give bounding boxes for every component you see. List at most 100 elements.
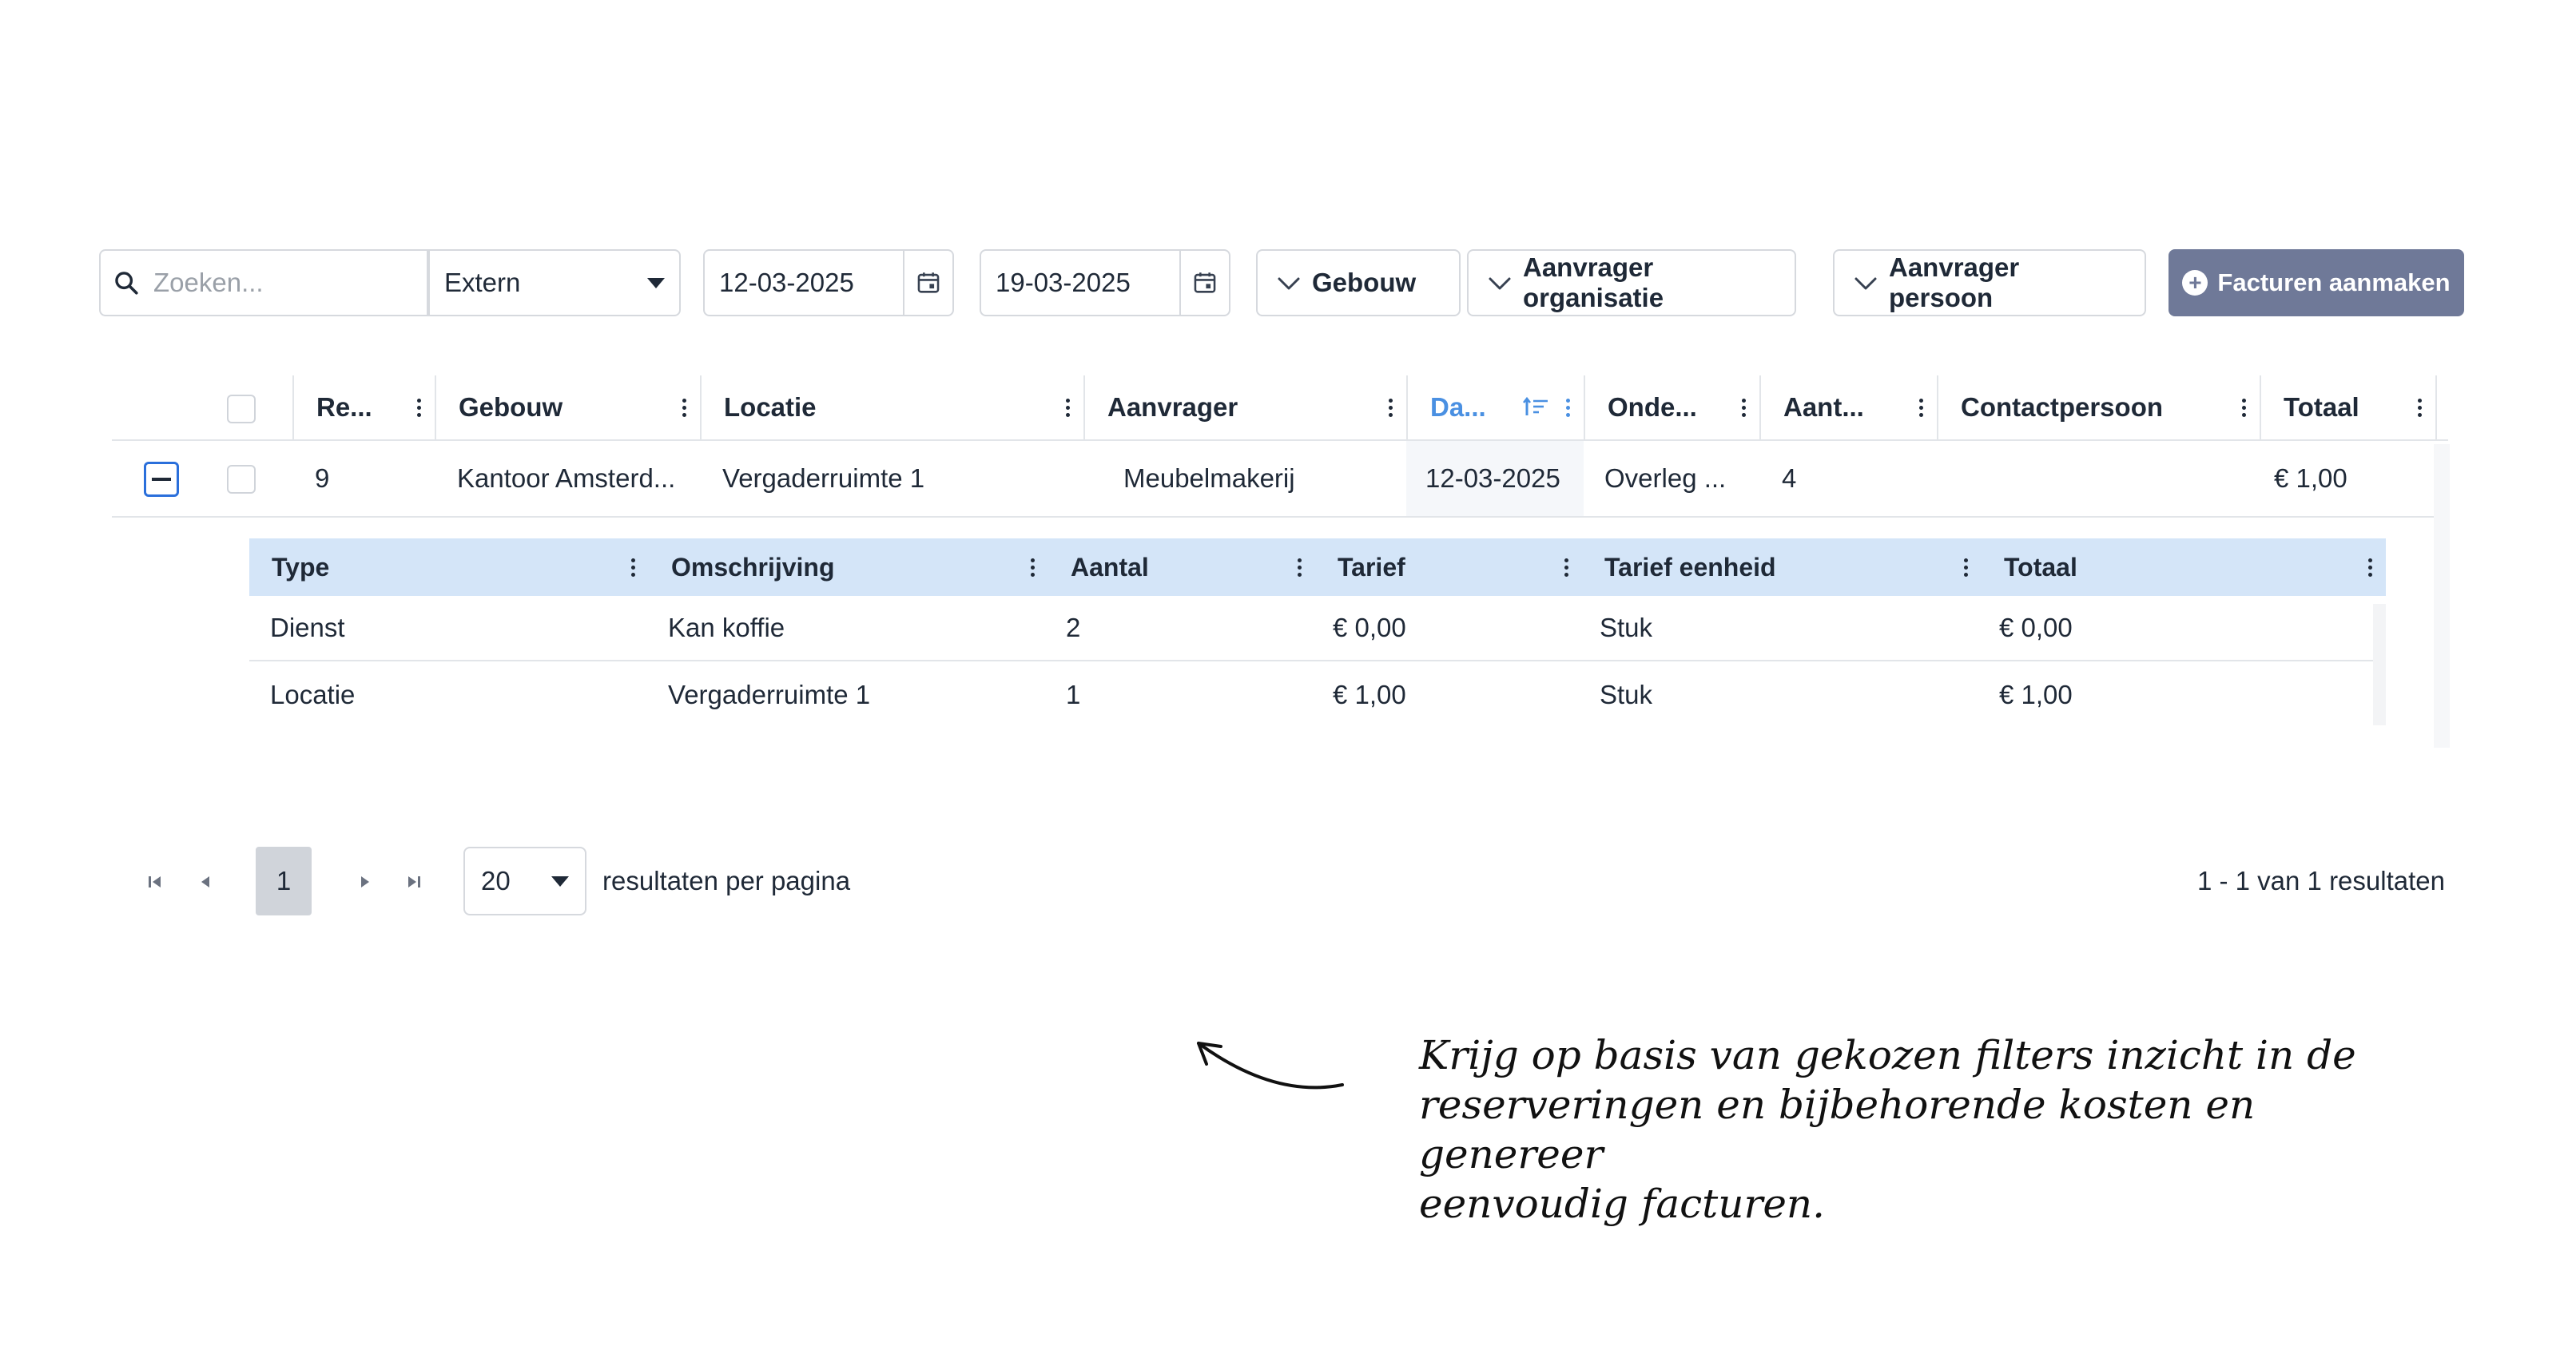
create-invoices-button[interactable]: + Facturen aanmaken	[2169, 249, 2464, 316]
chevron-down-icon	[1277, 268, 1301, 298]
cell-contactpersoon	[1937, 441, 2260, 516]
detail-column-header-tarief[interactable]: Tarief	[1315, 538, 1582, 596]
cell-type: Dienst	[270, 613, 345, 642]
cell-omschrijving: Vergaderruimte 1	[668, 680, 871, 709]
cell-tarief-eenheid: Stuk	[1600, 613, 1653, 642]
caret-down-icon	[551, 876, 569, 887]
grid-scrollbar[interactable]	[2434, 444, 2450, 748]
column-menu-icon[interactable]	[1950, 558, 1982, 577]
chevron-down-icon	[1488, 268, 1512, 298]
detail-table-row[interactable]: Dienst Kan koffie 2 € 0,00 Stuk € 0,00	[249, 596, 2378, 661]
calendar-icon[interactable]	[903, 251, 952, 315]
requester-person-filter-button[interactable]: Aanvrager persoon	[1833, 249, 2146, 316]
cell-aantal: 1	[1066, 680, 1081, 709]
column-header-onderwerp[interactable]: Onde...	[1584, 375, 1759, 439]
detail-column-header-totaal[interactable]: Totaal	[1982, 538, 2386, 596]
per-page-label: resultaten per pagina	[602, 866, 851, 895]
search-icon	[101, 269, 152, 296]
select-all-checkbox[interactable]	[227, 395, 256, 423]
column-menu-icon[interactable]	[668, 398, 700, 417]
column-menu-icon[interactable]	[1374, 398, 1406, 417]
column-menu-icon[interactable]	[2354, 558, 2386, 577]
cell-onderwerp: Overleg ...	[1604, 463, 1727, 493]
column-header-datum[interactable]: Da...	[1406, 375, 1584, 439]
date-to-picker[interactable]: 19-03-2025	[980, 249, 1230, 316]
last-page-icon[interactable]	[395, 863, 433, 901]
column-header-aantal[interactable]: Aant...	[1759, 375, 1937, 439]
column-header-aanvrager[interactable]: Aanvrager	[1083, 375, 1406, 439]
annotation-line: reserveringen en bijbehorende kosten en …	[1419, 1082, 2256, 1177]
date-from-value: 12-03-2025	[719, 268, 854, 297]
detail-column-header-tarief-eenheid[interactable]: Tarief eenheid	[1582, 538, 1982, 596]
column-menu-icon[interactable]	[2403, 398, 2435, 417]
cell-totaal: € 1,00	[2274, 463, 2347, 493]
column-header-contactpersoon[interactable]: Contactpersoon	[1937, 375, 2260, 439]
column-menu-icon[interactable]	[2228, 398, 2260, 417]
row-checkbox[interactable]	[227, 465, 256, 494]
page-number-button[interactable]: 1	[256, 847, 312, 915]
column-menu-icon[interactable]	[1051, 398, 1083, 417]
calendar-icon[interactable]	[1179, 251, 1229, 315]
sort-descending-icon[interactable]	[1520, 396, 1552, 419]
detail-table-row[interactable]: Locatie Vergaderruimte 1 1 € 1,00 Stuk €…	[249, 663, 2378, 729]
previous-page-icon[interactable]	[187, 863, 225, 901]
plus-circle-icon: +	[2182, 270, 2208, 296]
cell-type: Locatie	[270, 680, 356, 709]
collapse-row-icon[interactable]	[144, 462, 179, 497]
cell-tarief-eenheid: Stuk	[1600, 680, 1653, 709]
column-menu-icon[interactable]	[403, 398, 435, 417]
annotation-arrow-icon	[1197, 1042, 1344, 1090]
cell-aanvrager: Meubelmakerij	[1123, 463, 1295, 493]
search-field[interactable]	[99, 249, 428, 316]
column-menu-icon[interactable]	[1552, 398, 1584, 417]
first-page-icon[interactable]	[136, 863, 174, 901]
column-menu-icon[interactable]	[1283, 558, 1315, 577]
cell-aantal: 2	[1066, 613, 1081, 642]
next-page-icon[interactable]	[345, 863, 384, 901]
search-input[interactable]	[152, 267, 407, 299]
column-header-gebouw[interactable]: Gebouw	[435, 375, 700, 439]
cell-omschrijving: Kan koffie	[668, 613, 785, 642]
type-select[interactable]: Extern	[428, 249, 681, 316]
detail-column-header-omschrijving[interactable]: Omschrijving	[649, 538, 1048, 596]
column-header-totaal[interactable]: Totaal	[2260, 375, 2437, 439]
column-header-locatie[interactable]: Locatie	[700, 375, 1083, 439]
date-to-value: 19-03-2025	[996, 268, 1131, 297]
chevron-down-icon	[1854, 268, 1878, 298]
cell-aantal: 4	[1782, 463, 1797, 493]
cell-gebouw: Kantoor Amsterd...	[457, 463, 676, 493]
detail-column-header-aantal[interactable]: Aantal	[1048, 538, 1315, 596]
cell-tarief: € 0,00	[1333, 613, 1406, 642]
date-from-picker[interactable]: 12-03-2025	[703, 249, 954, 316]
cell-totaal: € 1,00	[1999, 680, 2073, 709]
column-menu-icon[interactable]	[617, 558, 649, 577]
detail-column-header-type[interactable]: Type	[249, 538, 649, 596]
requester-org-filter-button[interactable]: Aanvrager organisatie	[1467, 249, 1796, 316]
cell-nr: 9	[315, 463, 330, 493]
column-menu-icon[interactable]	[1016, 558, 1048, 577]
requester-org-filter-label: Aanvrager organisatie	[1523, 252, 1664, 312]
column-menu-icon[interactable]	[1905, 398, 1937, 417]
building-filter-button[interactable]: Gebouw	[1256, 249, 1461, 316]
caret-down-icon	[647, 277, 665, 288]
cell-tarief: € 1,00	[1333, 680, 1406, 709]
detail-scrollbar[interactable]	[2373, 604, 2386, 725]
app-canvas: Extern 12-03-2025 19-03-2025 Gebouw	[0, 0, 2576, 1350]
column-menu-icon[interactable]	[1550, 558, 1582, 577]
cell-datum: 12-03-2025	[1406, 441, 1584, 516]
page-size-value: 20	[481, 866, 511, 895]
page-size-select[interactable]: 20	[463, 847, 586, 915]
table-row[interactable]: 9 Kantoor Amsterd... Vergaderruimte 1 Me…	[112, 441, 2448, 518]
requester-person-filter-label: Aanvrager persoon	[1889, 252, 2020, 312]
type-select-value: Extern	[444, 268, 521, 297]
pagination: 1 20 resultaten per pagina 1 - 1 van 1 r…	[136, 847, 2445, 917]
cell-locatie: Vergaderruimte 1	[722, 463, 925, 493]
column-menu-icon[interactable]	[1727, 398, 1759, 417]
cell-totaal: € 0,00	[1999, 613, 2073, 642]
grid-header: Re... Gebouw Locatie Aanvrager Da... Ond…	[112, 375, 2448, 441]
annotation-text: Krijg op basis van gekozen filters inzic…	[1419, 1030, 2442, 1229]
building-filter-label: Gebouw	[1312, 268, 1417, 297]
results-summary: 1 - 1 van 1 resultaten	[2196, 866, 2445, 895]
column-header-nr[interactable]: Re...	[292, 375, 435, 439]
annotation-line: eenvoudig facturen.	[1419, 1181, 1826, 1227]
